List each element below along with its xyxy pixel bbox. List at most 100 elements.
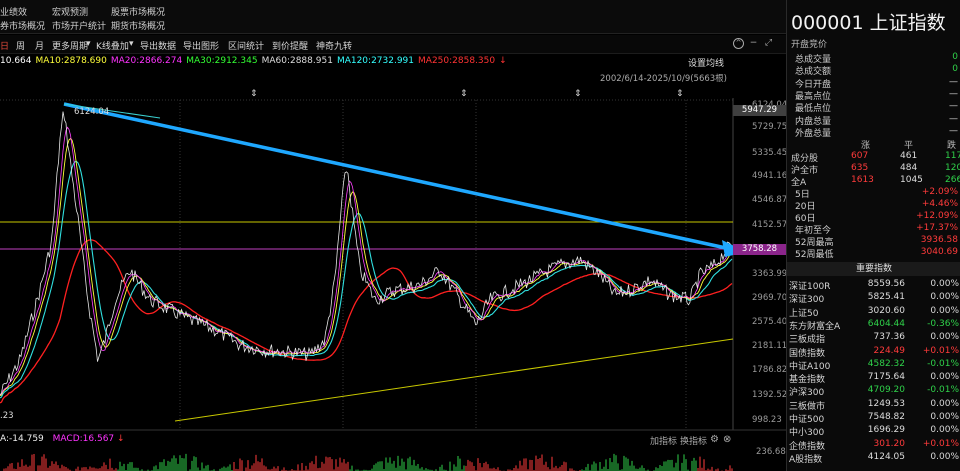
price-box-current: 3758.28: [733, 244, 786, 255]
y-axis-label: 2575.40: [752, 317, 788, 327]
quote-field-label: 最低点位: [795, 104, 832, 115]
index-change: -0.01%: [927, 385, 959, 396]
svg-text:⇕: ⇕: [676, 89, 684, 99]
price-line: [0, 160, 733, 399]
y-axis-label: 1786.82: [752, 365, 788, 375]
breadth-header: 跌: [947, 141, 957, 151]
y-axis-label: 2181.11: [752, 341, 788, 351]
y-axis-label: 4546.87: [752, 195, 788, 205]
quote-field-value: —: [949, 76, 958, 87]
y-axis-label: 4152.57: [752, 220, 788, 230]
index-change: +0.01%: [922, 345, 959, 356]
index-row[interactable]: 三板做市 1249.53 0.00%: [787, 399, 960, 412]
index-value: 8559.56: [867, 279, 905, 289]
index-change: -0.01%: [927, 358, 959, 369]
index-change: 0.00%: [930, 305, 959, 316]
add-indicator-button[interactable]: 加指标: [650, 434, 677, 447]
index-change: -0.36%: [927, 318, 959, 329]
quote-field-label: 内盘总量: [795, 116, 832, 127]
index-change: 0.00%: [930, 332, 959, 343]
y-axis-label: 2969.70: [752, 293, 788, 303]
index-change: 0.00%: [930, 292, 959, 303]
macd-value: MACD:16.567: [52, 434, 115, 444]
index-name: 东方财富全A: [789, 321, 841, 332]
index-row[interactable]: 中证A100 4582.32 -0.01%: [787, 359, 960, 372]
index-row[interactable]: 深证300 5825.41 0.00%: [787, 292, 960, 305]
switch-indicator-button[interactable]: 换指标: [680, 434, 707, 447]
grid: [0, 99, 733, 430]
index-value: 6404.44: [867, 318, 905, 329]
index-name: A股指数: [789, 454, 823, 465]
index-row[interactable]: 企债指数 301.20 +0.01%: [787, 439, 960, 452]
price-box-top: 5947.29: [733, 105, 786, 116]
quote-field-label: 今日开盘: [795, 79, 832, 90]
index-row[interactable]: 中小300 1696.29 0.00%: [787, 425, 960, 438]
event-markers: ⇕ ⇕ ⇕ ⇕: [250, 89, 684, 99]
index-name: 国债指数: [789, 348, 826, 359]
peak-label: 6124.04: [74, 107, 110, 117]
stock-title: 000001 上证指数: [791, 8, 946, 35]
period-value: +2.09%: [921, 187, 958, 197]
kline-chart[interactable]: ⇕ ⇕ ⇕ ⇕: [0, 0, 786, 471]
breadth-value: 120: [945, 163, 960, 173]
y-axis-label: 5729.75: [752, 122, 788, 132]
quote-field-value: 0: [952, 64, 958, 75]
price-series: [0, 111, 733, 404]
period-value: +4.46%: [921, 199, 958, 209]
breadth-header: 平: [904, 141, 914, 151]
quote-field-label: 总成交额: [795, 67, 832, 78]
index-name: 深证100R: [789, 282, 831, 292]
index-row[interactable]: 上证50 3020.60 0.00%: [787, 306, 960, 319]
index-name: 三板成指: [789, 335, 826, 346]
index-row[interactable]: 沪深300 4709.20 -0.01%: [787, 385, 960, 398]
index-row[interactable]: 基金指数 7175.64 0.00%: [787, 372, 960, 385]
breadth-value: 1613: [851, 175, 874, 185]
breadth-value: 635: [851, 163, 869, 173]
quote-field-label: 总成交量: [795, 55, 832, 65]
important-index-header: 重要指数: [787, 262, 960, 276]
period-value: +12.09%: [916, 211, 958, 221]
svg-text:⇕: ⇕: [460, 89, 468, 99]
index-change: 0.00%: [930, 425, 959, 436]
svg-text:⇕: ⇕: [574, 89, 582, 99]
resistance-trendline[interactable]: [63, 102, 727, 250]
close-icon[interactable]: ⊗: [723, 434, 731, 445]
quote-field-label: 最高点位: [795, 91, 832, 102]
index-value: 7175.64: [867, 372, 905, 383]
breadth-value: 607: [851, 151, 869, 161]
low-label: .23: [0, 411, 14, 421]
index-name: 沪深300: [789, 388, 825, 399]
index-value: 4709.20: [867, 385, 905, 396]
settings-icon[interactable]: ⚙: [710, 434, 719, 445]
index-name: 上证50: [789, 308, 819, 319]
price-line: [0, 111, 733, 396]
breadth-value: 266: [945, 175, 960, 185]
index-change: 0.00%: [930, 412, 959, 422]
svg-text:⇕: ⇕: [250, 89, 258, 99]
index-name: 企债指数: [789, 441, 826, 452]
index-name: 中证500: [789, 415, 825, 425]
index-row[interactable]: A股指数 4124.05 0.00%: [787, 452, 960, 465]
breadth-value: 1045: [900, 175, 923, 185]
index-value: 4582.32: [867, 358, 905, 369]
index-name: 中证A100: [789, 361, 831, 372]
index-value: 3020.60: [867, 305, 905, 316]
index-row[interactable]: 国债指数 224.49 +0.01%: [787, 346, 960, 359]
auction-status: 开盘竞价: [791, 40, 828, 50]
macd-series: [3, 453, 733, 471]
index-change: 0.00%: [930, 398, 959, 409]
macd-arrow: ↓: [117, 434, 125, 444]
quote-field-value: —: [949, 125, 958, 136]
breadth-value: 484: [900, 163, 918, 173]
index-row[interactable]: 深证100R 8559.56 0.00%: [787, 279, 960, 292]
index-row[interactable]: 三板成指 737.36 0.00%: [787, 332, 960, 345]
index-row[interactable]: 东方财富全A 6404.44 -0.36%: [787, 319, 960, 332]
breadth-value: 117: [945, 151, 960, 161]
dif-value: A:-14.759: [0, 434, 44, 444]
period-value: 3936.58: [920, 235, 958, 245]
index-row[interactable]: 中证500 7548.82 0.00%: [787, 412, 960, 425]
y-axis-label: 4941.16: [752, 171, 788, 181]
index-change: 0.00%: [930, 279, 959, 289]
index-change: 0.00%: [930, 451, 959, 462]
period-label: 52周最低: [795, 250, 834, 260]
